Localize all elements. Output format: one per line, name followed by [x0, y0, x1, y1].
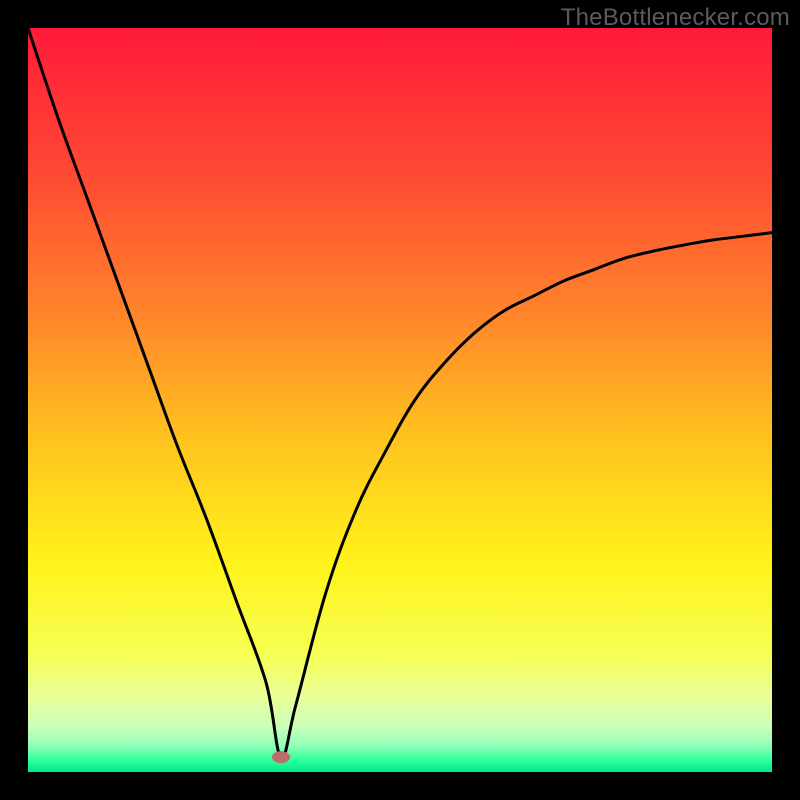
chart-frame: TheBottlenecker.com — [0, 0, 800, 800]
chart-plot-area — [28, 28, 772, 772]
minimum-marker — [272, 751, 290, 763]
chart-svg — [28, 28, 772, 772]
watermark-text: TheBottlenecker.com — [561, 4, 790, 32]
gradient-background — [28, 28, 772, 772]
